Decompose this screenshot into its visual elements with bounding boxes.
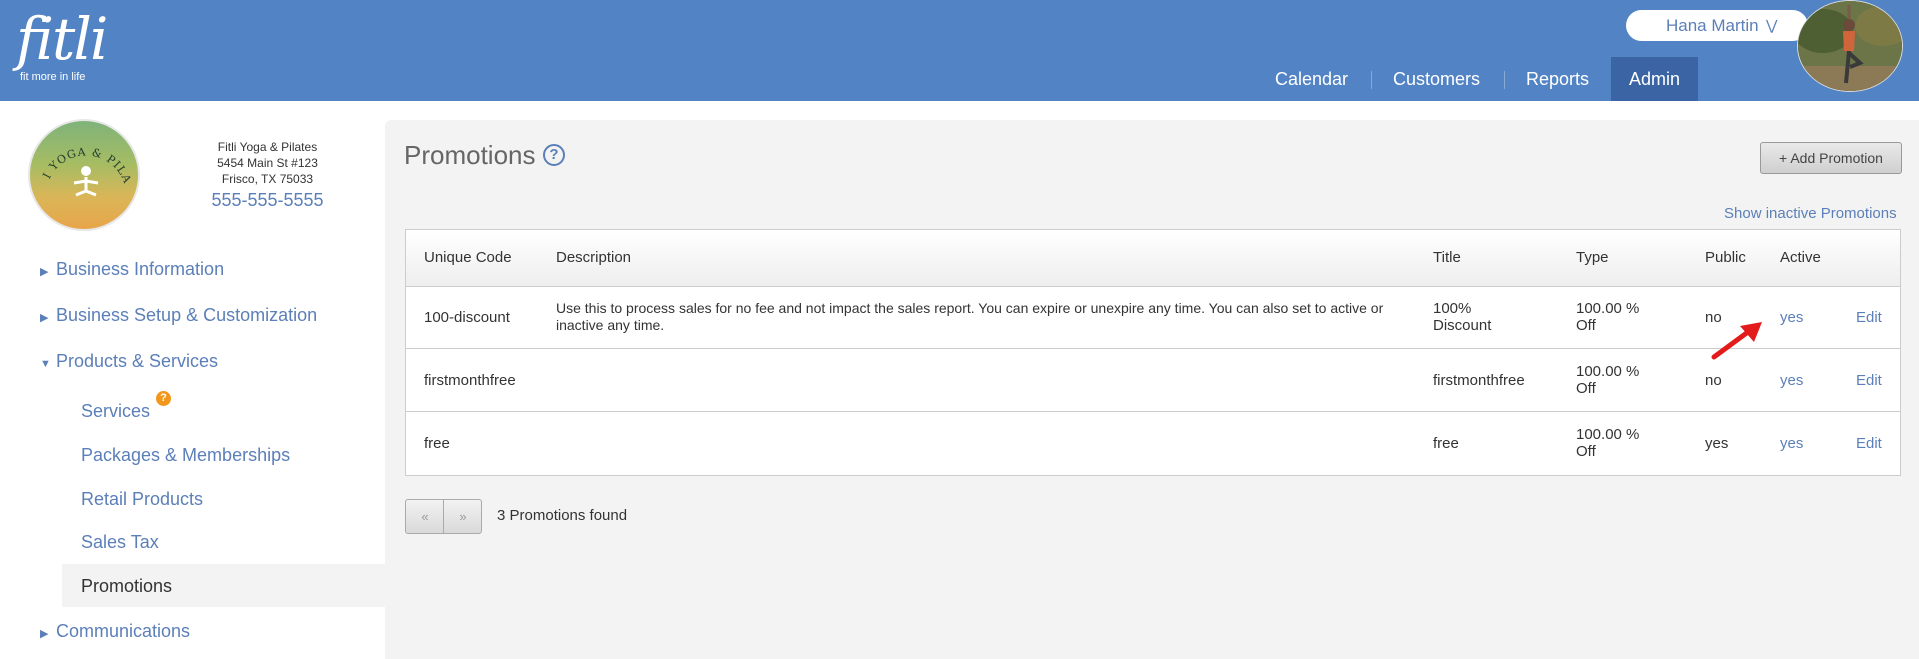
cell-code: firstmonthfree [424, 372, 516, 389]
double-chevron-down-icon: ⋁ [1766, 17, 1778, 33]
business-address-line1: 5454 Main St #123 [217, 156, 318, 170]
pagination: « » [405, 499, 482, 534]
cell-public: no [1705, 372, 1722, 389]
column-header-public[interactable]: Public [1705, 249, 1746, 266]
add-promotion-button[interactable]: + Add Promotion [1760, 142, 1902, 174]
nav-calendar[interactable]: Calendar [1275, 57, 1348, 101]
avatar[interactable] [1797, 0, 1903, 92]
active-toggle-link[interactable]: yes [1780, 309, 1803, 326]
sidebar-group-label: Business Information [56, 259, 225, 279]
sidebar: FITLI YOGA & PILATES Fitli Yoga & Pilate… [0, 101, 385, 659]
sidebar-group-label: Products & Services [56, 351, 219, 371]
active-toggle-link[interactable]: yes [1780, 435, 1803, 452]
sidebar-item-services[interactable]: Services [81, 401, 150, 422]
user-menu[interactable]: Hana Martin ⋁ [1626, 10, 1808, 41]
nav-customers[interactable]: Customers [1393, 57, 1480, 101]
logo-tagline: fit more in life [20, 71, 86, 83]
cell-type: 100.00 % Off [1576, 426, 1640, 460]
nav-reports[interactable]: Reports [1526, 57, 1589, 101]
show-inactive-promotions-link[interactable]: Show inactive Promotions [1724, 205, 1897, 222]
edit-link[interactable]: Edit [1856, 372, 1882, 389]
business-address-line2: Frisco, TX 75033 [221, 172, 314, 186]
sidebar-item-sales-tax[interactable]: Sales Tax [81, 532, 159, 553]
business-info: Fitli Yoga & Pilates 5454 Main St #123 F… [185, 139, 350, 211]
cell-description: Use this to process sales for no fee and… [556, 300, 1384, 333]
logo-wordmark: fitli [16, 5, 108, 73]
active-toggle-link[interactable]: yes [1780, 372, 1803, 389]
sidebar-group-label: Business Setup & Customization [56, 305, 318, 325]
table-row: free free 100.00 % Off yes yes Edit [406, 413, 1900, 475]
top-header: fitli fit more in life Hana Martin ⋁ Cal… [0, 0, 1919, 101]
page-title: Promotions [404, 140, 536, 170]
sidebar-group-communications[interactable]: ▶ Communications [40, 621, 190, 642]
svg-text:FITLI YOGA & PILATES: FITLI YOGA & PILATES [30, 121, 134, 186]
business-phone[interactable]: 555-555-5555 [185, 189, 350, 211]
business-name: Fitli Yoga & Pilates [217, 140, 318, 154]
table-row: firstmonthfree firstmonthfree 100.00 % O… [406, 350, 1900, 412]
edit-link[interactable]: Edit [1856, 435, 1882, 452]
business-logo: FITLI YOGA & PILATES [28, 119, 140, 231]
prev-page-button[interactable]: « [406, 500, 444, 533]
sidebar-group-products-services[interactable]: ▼ Products & Services [40, 351, 218, 372]
sidebar-group-label: Communications [56, 621, 191, 641]
user-name: Hana Martin [1666, 16, 1759, 35]
edit-link[interactable]: Edit [1856, 309, 1882, 326]
cell-type: 100.00 % Off [1576, 300, 1640, 334]
column-header-active[interactable]: Active [1780, 249, 1821, 266]
caret-down-icon: ▼ [40, 358, 51, 370]
services-alert-badge[interactable]: ? [156, 391, 171, 406]
help-icon[interactable]: ? [543, 144, 565, 166]
table-row: 100-discount Use this to process sales f… [406, 287, 1900, 349]
cell-title: free [1433, 435, 1459, 452]
nav-separator [1371, 71, 1372, 89]
results-count: 3 Promotions found [497, 507, 628, 524]
column-header-type[interactable]: Type [1576, 249, 1609, 266]
nav-separator [1504, 71, 1505, 89]
table-header: Unique Code Description Title Type Publi… [406, 230, 1900, 287]
column-header-title[interactable]: Title [1433, 249, 1461, 266]
cell-code: free [424, 435, 450, 452]
column-header-unique-code[interactable]: Unique Code [424, 249, 512, 266]
next-page-button[interactable]: » [444, 500, 482, 533]
column-header-description[interactable]: Description [556, 249, 631, 266]
cell-title: 100% Discount [1433, 300, 1492, 334]
main-panel: Promotions ? + Add Promotion Show inacti… [385, 120, 1919, 659]
sidebar-group-business-setup[interactable]: ▶ Business Setup & Customization [40, 305, 317, 326]
caret-right-icon: ▶ [40, 312, 49, 324]
sidebar-item-packages-memberships[interactable]: Packages & Memberships [81, 445, 290, 466]
cell-title: firstmonthfree [1433, 372, 1525, 389]
cell-public: yes [1705, 435, 1729, 452]
annotation-arrow-icon [1711, 322, 1762, 360]
cell-code: 100-discount [424, 309, 510, 326]
cell-type: 100.00 % Off [1576, 363, 1640, 397]
nav-admin[interactable]: Admin [1611, 57, 1699, 101]
promotions-table: Unique Code Description Title Type Publi… [405, 229, 1901, 476]
caret-right-icon: ▶ [40, 628, 49, 640]
fitli-logo[interactable]: fitli fit more in life [16, 8, 116, 88]
sidebar-group-business-information[interactable]: ▶ Business Information [40, 259, 224, 280]
sidebar-item-promotions[interactable]: Promotions [81, 576, 172, 597]
sidebar-item-retail-products[interactable]: Retail Products [81, 489, 203, 510]
caret-right-icon: ▶ [40, 266, 49, 278]
